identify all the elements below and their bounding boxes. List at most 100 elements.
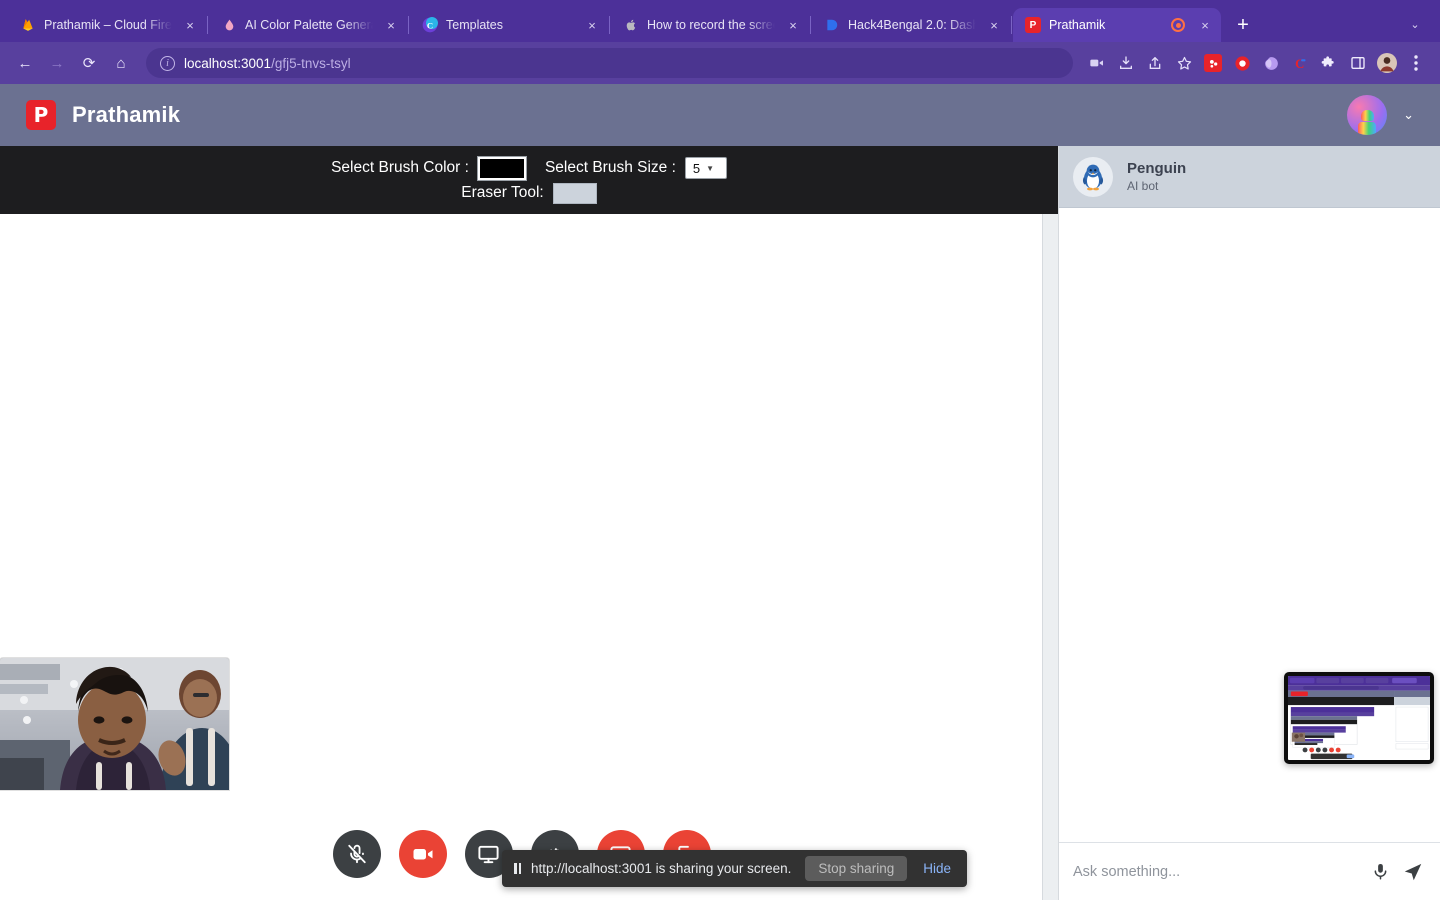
chat-input[interactable] [1073, 863, 1359, 880]
header-right: ⌄ [1347, 95, 1414, 135]
close-icon[interactable]: × [1195, 15, 1215, 35]
whiteboard-toolbar: Select Brush Color : Select Brush Size :… [0, 146, 1058, 214]
side-panel-icon[interactable] [1344, 49, 1372, 77]
prathamik-p-icon: P [1025, 17, 1041, 33]
pink-droplet-icon [221, 17, 237, 33]
url-text: localhost:3001/gfj5-tnvs-tsyl [184, 56, 351, 71]
new-tab-button[interactable]: + [1229, 11, 1257, 39]
tab-title: Prathamik [1049, 18, 1106, 32]
screen-recorder-icon[interactable] [1228, 49, 1256, 77]
stop-sharing-button[interactable]: Stop sharing [805, 856, 908, 881]
brush-size-select[interactable]: 5 ▼ [684, 157, 727, 179]
chat-input-bar [1059, 842, 1440, 900]
browser-window: Prathamik – Cloud Firestore × AI Color P… [0, 0, 1440, 900]
browser-tab-5-active[interactable]: P Prathamik × [1013, 8, 1221, 42]
close-icon[interactable]: × [381, 15, 401, 35]
browser-tab-0[interactable]: Prathamik – Cloud Firestore × [8, 8, 206, 42]
tab-title: AI Color Palette Generator [245, 18, 373, 32]
prathamik-logo-icon: P [26, 100, 56, 130]
close-icon[interactable]: × [783, 15, 803, 35]
svg-text:C: C [1295, 56, 1304, 70]
profile-avatar-icon[interactable] [1373, 49, 1401, 77]
chevron-down-icon: ▼ [706, 163, 715, 173]
browser-nav-bar: ← → ⟳ ⌂ i localhost:3001/gfj5-tnvs-tsyl [0, 42, 1440, 84]
page-content: P Prathamik ⌄ Select Brush Color : Selec… [0, 84, 1440, 900]
ai-chat-panel: Penguin AI bot [1058, 146, 1440, 900]
pause-icon[interactable] [514, 863, 521, 874]
camera-button[interactable] [398, 830, 447, 878]
bot-name: Penguin [1127, 160, 1187, 178]
tab-title: How to record the screen o [647, 18, 775, 32]
chevron-down-icon[interactable]: ⌄ [1403, 107, 1414, 123]
bookmark-star-icon[interactable] [1170, 49, 1198, 77]
close-icon[interactable]: × [180, 15, 200, 35]
download-icon[interactable] [1112, 49, 1140, 77]
puzzle-extensions-icon[interactable] [1315, 49, 1343, 77]
blue-doc-icon [824, 17, 840, 33]
browser-toolbar-icons: C [1083, 49, 1430, 77]
browser-tab-3[interactable]: How to record the screen o × [611, 8, 809, 42]
tab-divider [1011, 16, 1012, 34]
eraser-tool-button[interactable] [552, 182, 597, 204]
drawing-canvas[interactable] [0, 214, 1043, 900]
bot-role: AI bot [1127, 178, 1159, 193]
purple-blob-icon[interactable] [1257, 49, 1285, 77]
avatar[interactable] [1347, 95, 1388, 135]
chat-messages [1059, 208, 1440, 842]
svg-text:C: C [427, 20, 433, 30]
share-message: http://localhost:3001 is sharing your sc… [531, 861, 792, 876]
video-camera-icon[interactable] [1083, 49, 1111, 77]
tab-title: Hack4Bengal 2.0: Dashboa [848, 18, 976, 32]
brush-color-input[interactable] [476, 155, 527, 181]
extension-red-icon[interactable] [1199, 49, 1227, 77]
tab-divider [810, 16, 811, 34]
close-icon[interactable]: × [984, 15, 1004, 35]
forward-icon[interactable]: → [42, 48, 72, 78]
app-header: P Prathamik ⌄ [0, 84, 1440, 146]
reload-icon[interactable]: ⟳ [74, 48, 104, 78]
browser-tab-1[interactable]: AI Color Palette Generator × [209, 8, 407, 42]
brush-size-value: 5 [692, 160, 701, 176]
browser-tab-strip: Prathamik – Cloud Firestore × AI Color P… [0, 0, 1440, 42]
chrome-menu-icon[interactable] [1402, 49, 1430, 77]
local-webcam-preview[interactable] [0, 658, 229, 790]
site-info-icon[interactable]: i [160, 55, 175, 71]
app-title: Prathamik [72, 102, 181, 127]
toolbar-row-2: Eraser Tool: [461, 182, 597, 204]
brand[interactable]: P Prathamik [26, 100, 180, 130]
toolbar-row-1: Select Brush Color : Select Brush Size :… [331, 155, 727, 181]
tab-title: Templates [446, 18, 503, 32]
microphone-muted-button[interactable] [332, 830, 381, 878]
close-icon[interactable]: × [582, 15, 602, 35]
screen-share-notification: http://localhost:3001 is sharing your sc… [502, 850, 967, 887]
brush-size-label: Select Brush Size : [544, 159, 676, 176]
tab-title: Prathamik – Cloud Firestore [44, 18, 172, 32]
send-paper-plane-icon[interactable] [1402, 861, 1424, 883]
chevron-down-icon[interactable]: ⌄ [1400, 9, 1430, 39]
tab-divider [207, 16, 208, 34]
address-bar[interactable]: i localhost:3001/gfj5-tnvs-tsyl [146, 48, 1073, 78]
share-icon[interactable] [1141, 49, 1169, 77]
screen-share-thumbnail[interactable] [1284, 672, 1434, 764]
url-host: localhost:3001 [184, 55, 272, 71]
letter-c-extension-icon[interactable]: C [1286, 49, 1314, 77]
canva-c-icon: C [422, 17, 438, 33]
browser-tab-2[interactable]: C Templates × [410, 8, 608, 42]
hide-button[interactable]: Hide [919, 861, 955, 876]
firebase-flame-icon [20, 17, 36, 33]
tab-divider [408, 16, 409, 34]
home-icon[interactable]: ⌂ [106, 48, 136, 78]
chat-header: Penguin AI bot [1059, 146, 1440, 208]
back-icon[interactable]: ← [10, 48, 40, 78]
tab-divider [609, 16, 610, 34]
main-area: Select Brush Color : Select Brush Size :… [0, 146, 1058, 900]
browser-tab-4[interactable]: Hack4Bengal 2.0: Dashboa × [812, 8, 1010, 42]
url-path: /gfj5-tnvs-tsyl [271, 55, 351, 71]
bot-identity: Penguin AI bot [1127, 160, 1186, 193]
tab-recording-indicator-icon [1171, 18, 1185, 32]
penguin-icon [1073, 156, 1113, 197]
microphone-icon[interactable] [1371, 862, 1390, 881]
apple-logo-icon [623, 17, 639, 33]
eraser-label: Eraser Tool: [461, 184, 544, 201]
app-body: Select Brush Color : Select Brush Size :… [0, 146, 1440, 900]
